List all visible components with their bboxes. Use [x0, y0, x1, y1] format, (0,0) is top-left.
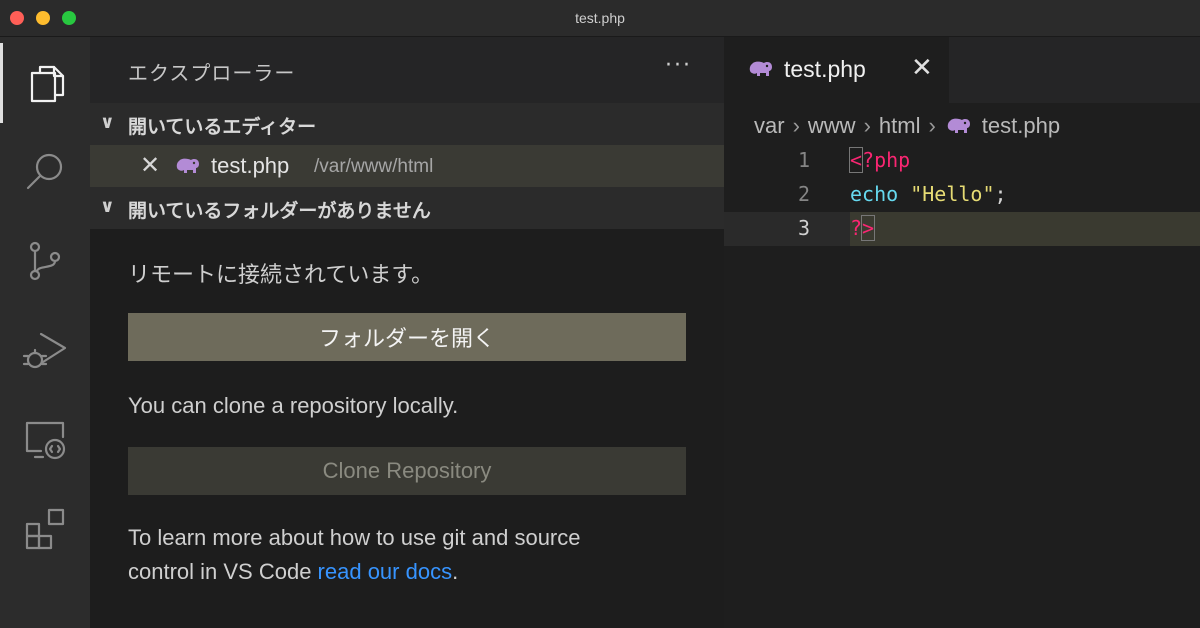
run-debug-button[interactable]	[0, 310, 90, 390]
remote-explorer-button[interactable]	[0, 399, 90, 479]
no-folder-section-header[interactable]: ∨ 開いているフォルダーがありません	[90, 187, 724, 229]
open-folder-button[interactable]: フォルダーを開く	[128, 313, 686, 361]
code-text: <?php	[848, 147, 911, 173]
source-control-icon	[29, 241, 61, 281]
learn-more-text: control in VS Code	[128, 559, 318, 584]
breadcrumb-item[interactable]: www	[808, 113, 856, 139]
open-editors-section-header[interactable]: ∨ 開いているエディター	[90, 103, 724, 145]
close-tab-icon[interactable]: ✕	[911, 53, 933, 83]
chevron-right-icon: ›	[792, 113, 800, 138]
breadcrumb: var › www › html › test.php	[754, 111, 1060, 141]
explorer-icon	[30, 65, 64, 103]
extensions-button[interactable]	[0, 488, 90, 568]
code-line[interactable]: 1 <?php	[724, 144, 1200, 178]
php-elephant-icon	[749, 61, 772, 76]
chevron-down-icon: ∨	[100, 112, 115, 133]
open-editor-path: /var/www/html	[314, 156, 434, 177]
line-number: 2	[797, 182, 810, 206]
chevron-right-icon: ›	[863, 113, 871, 138]
breadcrumb-item[interactable]: html	[879, 113, 921, 139]
php-elephant-icon	[947, 118, 970, 133]
php-open-bracket: <	[848, 147, 864, 173]
learn-more-line-2: control in VS Code read our docs.	[128, 559, 458, 585]
no-folder-label: 開いているフォルダーがありません	[128, 200, 431, 222]
open-editor-item[interactable]: ✕ test.php /var/www/html	[90, 145, 724, 187]
remote-connected-message: リモートに接続されています。	[128, 262, 434, 287]
learn-more-period: .	[452, 559, 459, 584]
chevron-right-icon: ›	[928, 113, 936, 138]
sidebar-title: エクスプローラー	[128, 61, 296, 85]
code-line[interactable]: 2 echo "Hello";	[724, 178, 1200, 212]
current-line-highlight	[850, 212, 1200, 246]
string-literal: "Hello"	[910, 182, 995, 206]
breadcrumb-item[interactable]: var	[754, 113, 785, 139]
line-number: 3	[797, 216, 810, 240]
editor-tabs: test.php ✕	[724, 37, 1200, 103]
php-tag: ?	[850, 216, 863, 240]
run-debug-icon	[22, 332, 67, 369]
tab-test-php[interactable]: test.php ✕	[724, 37, 949, 103]
explorer-button[interactable]	[0, 43, 90, 123]
editor-area: test.php ✕ var › www › html › test.php 1…	[724, 37, 1200, 628]
close-editor-icon[interactable]: ✕	[140, 151, 160, 179]
window-title: test.php	[575, 10, 625, 26]
explorer-sidebar: エクスプローラー ··· ∨ 開いているエディター ✕ test.php /va…	[90, 37, 724, 628]
code-text: echo "Hello";	[850, 182, 1007, 206]
echo-keyword: echo	[850, 182, 899, 206]
php-close-bracket: >	[861, 215, 876, 241]
read-docs-link[interactable]: read our docs	[318, 559, 453, 584]
activity-bar	[0, 37, 90, 628]
tab-label: test.php	[784, 56, 866, 82]
more-actions-icon[interactable]: ···	[665, 53, 692, 78]
extensions-icon	[25, 508, 65, 550]
open-editor-filename: test.php	[211, 153, 290, 178]
code-line-current[interactable]: 3 ?>	[724, 212, 1200, 246]
breadcrumb-item[interactable]: test.php	[982, 113, 1060, 139]
clone-message: You can clone a repository locally.	[128, 393, 459, 418]
open-editors-label: 開いているエディター	[128, 116, 317, 138]
source-control-button[interactable]	[0, 221, 90, 301]
chevron-down-icon: ∨	[100, 196, 115, 217]
statement-end: ;	[994, 182, 1007, 206]
search-icon	[26, 153, 63, 190]
remote-explorer-icon	[25, 421, 66, 460]
code-text: ?>	[850, 215, 876, 241]
php-elephant-icon	[176, 158, 199, 173]
line-number: 1	[797, 148, 810, 172]
learn-more-line-1: To learn more about how to use git and s…	[128, 525, 581, 550]
title-bar: test.php	[0, 0, 1200, 37]
php-tag: ?php	[862, 148, 911, 172]
sidebar-header: エクスプローラー ···	[90, 37, 724, 103]
no-folder-panel: リモートに接続されています。 フォルダーを開く You can clone a …	[90, 229, 724, 628]
clone-repository-button[interactable]: Clone Repository	[128, 447, 686, 495]
search-button[interactable]	[0, 132, 90, 212]
